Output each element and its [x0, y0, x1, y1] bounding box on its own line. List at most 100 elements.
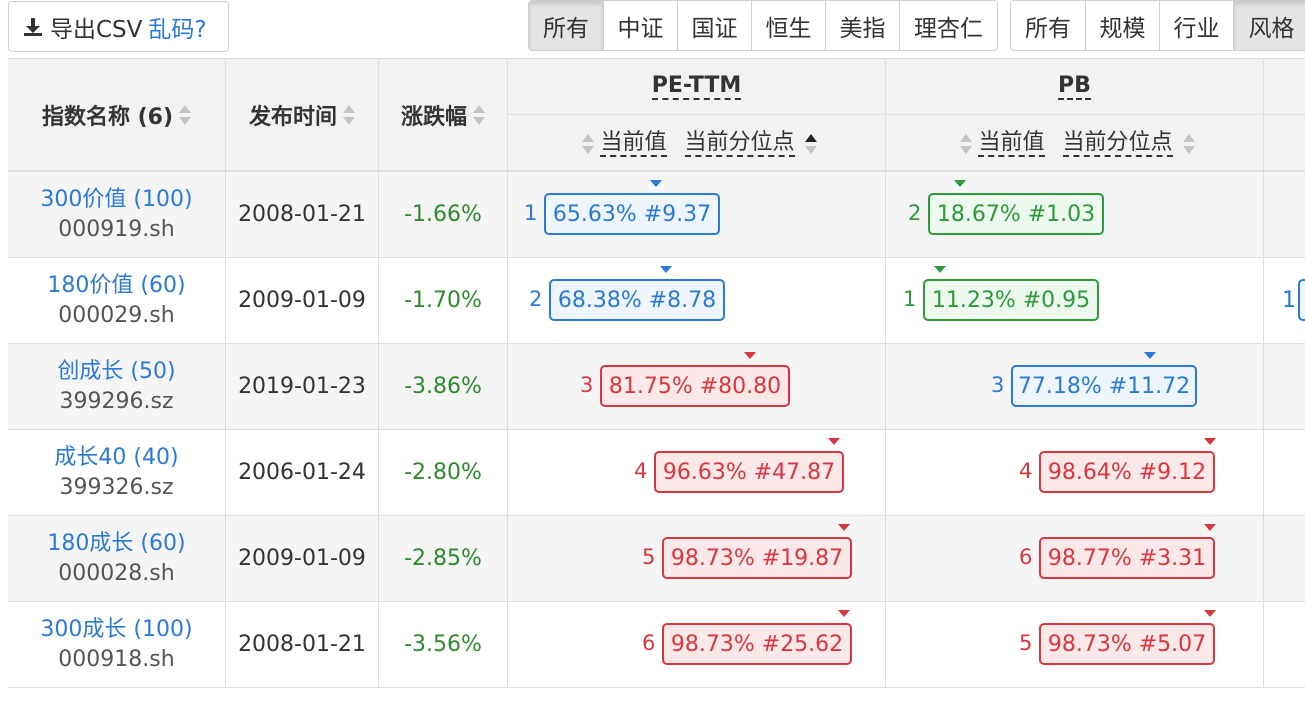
- index-filter-button[interactable]: 美指: [825, 1, 899, 50]
- next-group-cell: [1263, 430, 1305, 515]
- type-filter-button[interactable]: 风格: [1233, 1, 1305, 50]
- sort-asc-icon[interactable]: [804, 133, 817, 155]
- index-type-filter: 所有 规模 行业 风格: [1010, 0, 1305, 51]
- pe-value-badge[interactable]: 98.73% #19.87: [662, 537, 852, 579]
- percentile-marker-icon: [838, 524, 850, 531]
- index-name-cell: 300价值 (100) 000919.sh: [8, 172, 225, 257]
- release-date: 2019-01-23: [225, 344, 378, 429]
- index-source-filter: 所有 中证 国证 恒生 美指 理杏仁: [528, 0, 998, 51]
- pe-value-badge[interactable]: 81.75% #80.80: [600, 365, 790, 407]
- header-release-date[interactable]: 发布时间: [225, 59, 378, 171]
- pb-value-badge[interactable]: 98.64% #9.12: [1039, 451, 1215, 493]
- table-row: 成长40 (40) 399326.sz 2006-01-24 -2.80% 4 …: [8, 430, 1305, 516]
- header-pe-ttm[interactable]: PE-TTM: [507, 59, 885, 115]
- type-filter-button[interactable]: 行业: [1159, 1, 1233, 50]
- sort-icon: [343, 104, 355, 126]
- pb-value-badge[interactable]: 77.18% #11.72: [1011, 365, 1197, 407]
- pb-cell: 2 18.67% #1.03: [885, 172, 1263, 257]
- next-rank: 1: [1282, 288, 1296, 313]
- index-code: 000919.sh: [58, 216, 175, 242]
- index-name-link[interactable]: 180成长 (60): [47, 529, 185, 559]
- pe-value-badge[interactable]: 96.63% #47.87: [654, 451, 844, 493]
- sort-icon: [473, 104, 485, 126]
- release-date: 2008-01-21: [225, 172, 378, 257]
- pe-cell: 4 96.63% #47.87: [507, 430, 885, 515]
- table-header: 指数名称 (6) 发布时间 涨跌幅 PE-TTM PB 当前值 当前分位点 当前…: [8, 58, 1305, 172]
- pb-subheader: 当前值 当前分位点: [885, 116, 1263, 171]
- index-filter-button[interactable]: 中证: [603, 1, 677, 50]
- next-group-cell: [1263, 172, 1305, 257]
- index-name-cell: 180价值 (60) 000029.sh: [8, 258, 225, 343]
- table-row: 180成长 (60) 000028.sh 2009-01-09 -2.85% 5…: [8, 516, 1305, 602]
- pe-cell: 5 98.73% #19.87: [507, 516, 885, 601]
- index-code: 399296.sz: [59, 388, 174, 414]
- header-change[interactable]: 涨跌幅: [378, 59, 507, 171]
- garbled-help-link[interactable]: 乱码?: [148, 10, 206, 44]
- pe-value-badge[interactable]: 68.38% #8.78: [549, 279, 725, 321]
- header-pb[interactable]: PB: [885, 59, 1263, 115]
- pb-value-badge[interactable]: 11.23% #0.95: [923, 279, 1099, 321]
- percentile-marker-icon: [1144, 352, 1156, 359]
- pb-cell: 1 11.23% #0.95: [885, 258, 1263, 343]
- pb-rank: 4: [1019, 459, 1033, 483]
- header-next-group: [1263, 59, 1305, 115]
- index-filter-button[interactable]: 理杏仁: [899, 1, 997, 50]
- header-index-name[interactable]: 指数名称 (6): [8, 59, 225, 171]
- table-row: 300价值 (100) 000919.sh 2008-01-21 -1.66% …: [8, 172, 1305, 258]
- export-csv-button[interactable]: 导出CSV 乱码?: [8, 1, 229, 52]
- change-percent: -1.70%: [378, 258, 507, 343]
- pb-value-badge[interactable]: 18.67% #1.03: [928, 193, 1104, 235]
- index-name-link[interactable]: 180价值 (60): [47, 271, 185, 301]
- next-subheader: [1263, 116, 1305, 171]
- type-filter-button[interactable]: 所有: [1011, 1, 1085, 50]
- pe-value-badge[interactable]: 98.73% #25.62: [662, 623, 852, 665]
- change-percent: -3.56%: [378, 602, 507, 687]
- export-csv-label: 导出CSV: [50, 16, 143, 43]
- type-filter-button[interactable]: 规模: [1085, 1, 1159, 50]
- next-group-cell: [1263, 344, 1305, 429]
- pb-current-value-header[interactable]: 当前值: [978, 130, 1045, 157]
- pe-rank: 2: [529, 287, 543, 311]
- change-percent: -3.86%: [378, 344, 507, 429]
- index-code: 000028.sh: [58, 560, 175, 586]
- pb-rank: 2: [908, 201, 922, 225]
- download-icon: [24, 17, 42, 36]
- index-code: 000918.sh: [58, 646, 175, 672]
- pb-cell: 5 98.73% #5.07: [885, 602, 1263, 687]
- pe-cell: 1 65.63% #9.37: [507, 172, 885, 257]
- percentile-marker-icon: [1204, 438, 1216, 445]
- index-name-link[interactable]: 300成长 (100): [40, 615, 192, 645]
- next-value-badge[interactable]: [1298, 279, 1305, 321]
- pe-current-value-header[interactable]: 当前值: [600, 130, 667, 157]
- change-percent: -2.80%: [378, 430, 507, 515]
- release-date: 2008-01-21: [225, 602, 378, 687]
- index-filter-button[interactable]: 恒生: [751, 1, 825, 50]
- sort-icon[interactable]: [960, 133, 973, 155]
- index-filter-button[interactable]: 国证: [677, 1, 751, 50]
- index-name-link[interactable]: 300价值 (100): [40, 185, 192, 215]
- pb-value-badge[interactable]: 98.77% #3.31: [1039, 537, 1215, 579]
- pe-subheader: 当前值 当前分位点: [507, 116, 885, 171]
- pe-value-badge[interactable]: 65.63% #9.37: [544, 193, 720, 235]
- release-date: 2009-01-09: [225, 258, 378, 343]
- index-name-link[interactable]: 成长40 (40): [54, 443, 178, 473]
- change-percent: -2.85%: [378, 516, 507, 601]
- pe-current-percentile-header[interactable]: 当前分位点: [684, 130, 795, 157]
- sort-icon[interactable]: [1182, 133, 1195, 155]
- index-name-link[interactable]: 创成长 (50): [57, 357, 175, 387]
- index-code: 399326.sz: [59, 474, 174, 500]
- pe-rank: 6: [642, 631, 656, 655]
- pb-value-badge[interactable]: 98.73% #5.07: [1039, 623, 1215, 665]
- pe-cell: 6 98.73% #25.62: [507, 602, 885, 687]
- pb-current-percentile-header[interactable]: 当前分位点: [1062, 130, 1173, 157]
- pb-rank: 1: [903, 287, 917, 311]
- sort-icon: [179, 104, 192, 126]
- sort-icon[interactable]: [582, 133, 595, 155]
- percentile-marker-icon: [934, 266, 946, 273]
- percentile-marker-icon: [954, 180, 966, 187]
- table-row: 180价值 (60) 000029.sh 2009-01-09 -1.70% 2…: [8, 258, 1305, 344]
- percentile-marker-icon: [744, 352, 756, 359]
- next-group-cell: [1263, 516, 1305, 601]
- index-filter-button[interactable]: 所有: [529, 1, 603, 50]
- pb-rank: 6: [1019, 545, 1033, 569]
